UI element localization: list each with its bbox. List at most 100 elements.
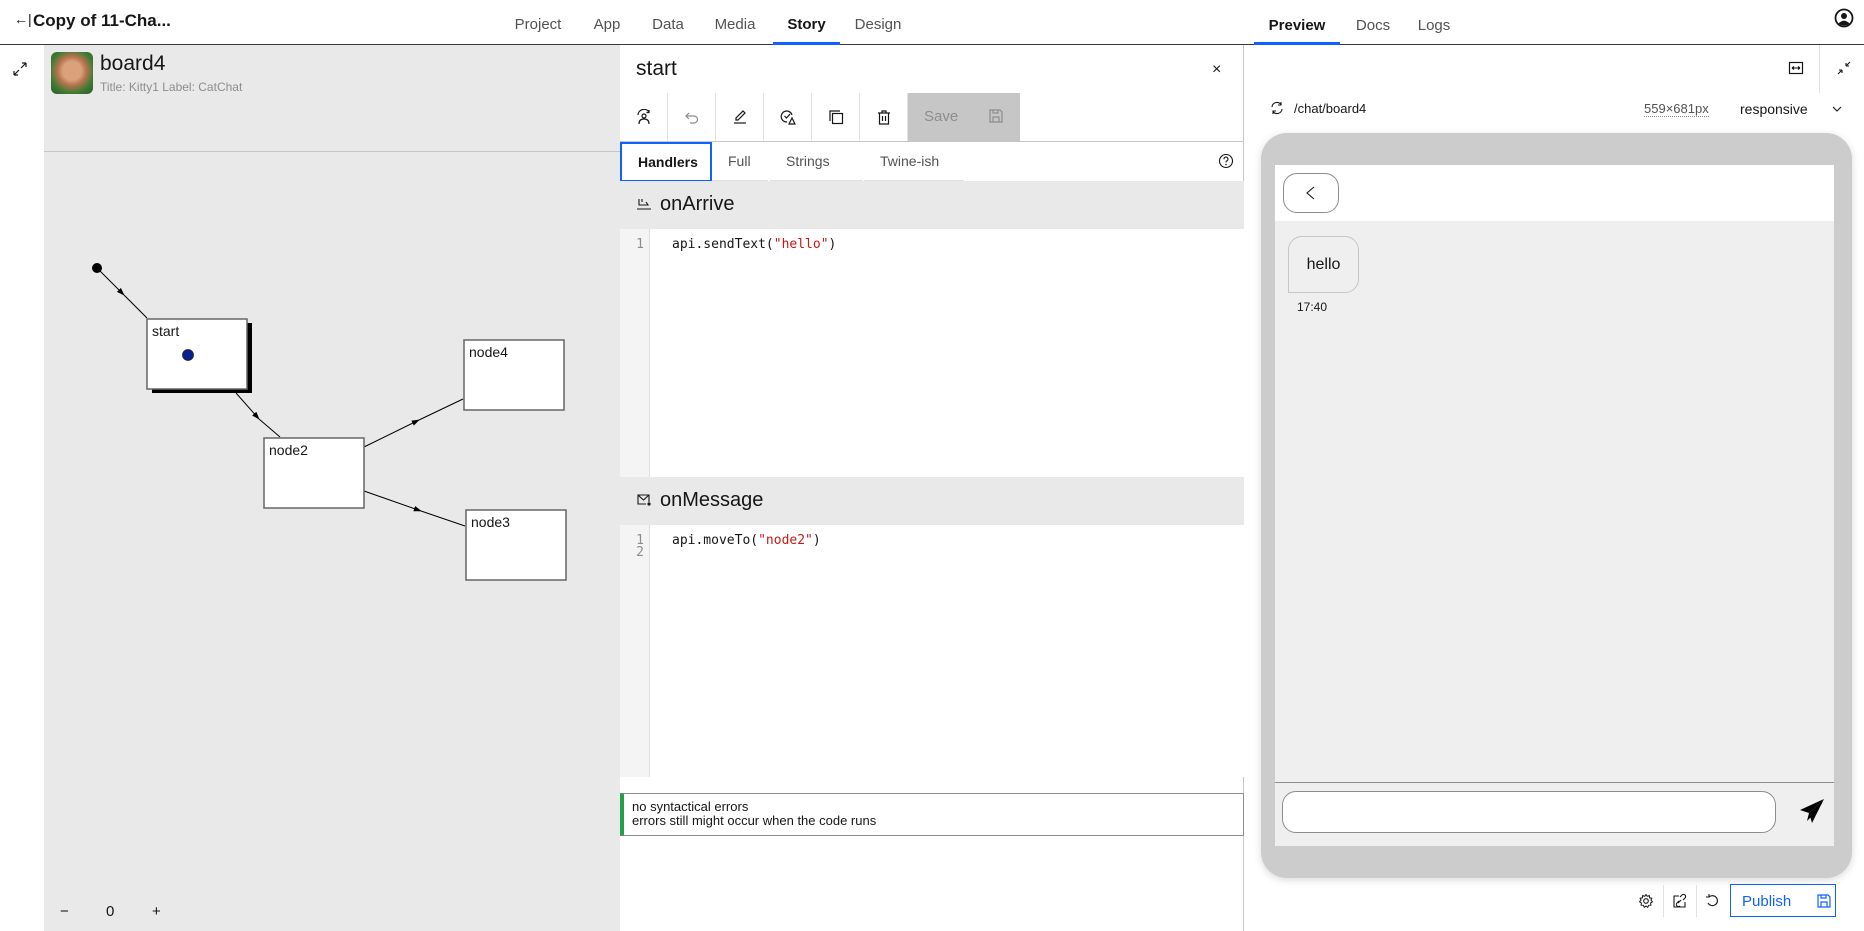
edit-button[interactable] <box>716 93 764 141</box>
handler-name: onArrive <box>660 193 735 215</box>
tab-data[interactable]: Data <box>646 0 690 45</box>
check-syntax-button[interactable] <box>764 93 812 141</box>
chat-header <box>1275 165 1834 221</box>
publish-button[interactable]: Publish <box>1730 884 1836 917</box>
fit-width-icon[interactable] <box>1788 60 1804 76</box>
current-node-marker <box>182 349 194 361</box>
tab-twine-ish[interactable]: Twine-ish <box>864 142 964 182</box>
reset-icon <box>1706 894 1718 907</box>
zoom-in-button[interactable]: + <box>152 903 161 920</box>
board-canvas[interactable]: board4 Title: Kitty1 Label: CatChat star… <box>44 45 620 931</box>
chat-message-time: 17:40 <box>1297 300 1328 314</box>
tab-design[interactable]: Design <box>850 0 906 45</box>
set-start-button[interactable] <box>620 93 668 141</box>
status-line: no syntactical errors <box>632 799 749 814</box>
send-icon[interactable] <box>1798 797 1826 825</box>
tab-app[interactable]: App <box>588 0 626 45</box>
graph-node-node2[interactable]: node2 <box>263 437 365 509</box>
save-icon <box>1817 894 1831 908</box>
graph-node-node4[interactable]: node4 <box>463 339 565 411</box>
tab-full[interactable]: Full <box>712 142 768 182</box>
message-icon <box>637 494 651 506</box>
editor-toolbar: Save <box>620 93 1244 141</box>
project-title: Copy of 11-Cha... <box>33 11 171 30</box>
chevron-down-icon[interactable] <box>1830 102 1844 116</box>
edit-icon <box>733 110 746 124</box>
node-title: start <box>636 57 677 80</box>
tab-strings[interactable]: Strings <box>770 142 862 182</box>
line-gutter <box>620 525 650 777</box>
graph-node-node3[interactable]: node3 <box>465 509 567 581</box>
save-button[interactable]: Save <box>908 93 1020 141</box>
help-icon[interactable] <box>1218 153 1234 169</box>
chat-message-input[interactable] <box>1282 791 1776 833</box>
tab-docs[interactable]: Docs <box>1346 0 1400 45</box>
top-bar: ←| Copy of 11-Cha... Project App Data Me… <box>0 0 1864 45</box>
graph-node-label: start <box>152 323 179 339</box>
story-graph[interactable]: start node2 node4 node3 <box>44 152 620 891</box>
delete-button[interactable] <box>860 93 908 141</box>
tab-handlers[interactable]: Handlers <box>620 142 712 182</box>
reset-button[interactable] <box>1696 884 1728 918</box>
status-line: errors still might occur when the code r… <box>632 813 877 828</box>
gear-icon <box>1638 893 1654 909</box>
chat-back-button[interactable] <box>1283 173 1339 213</box>
preview-route: /chat/board4 <box>1294 101 1367 116</box>
tab-media[interactable]: Media <box>708 0 762 45</box>
line-gutter <box>620 229 650 477</box>
graph-node-label: node3 <box>471 514 510 530</box>
chat-message-bubble: hello <box>1288 236 1359 293</box>
zoom-controls: − 0 + <box>44 891 244 931</box>
viewport-mode-select[interactable]: responsive <box>1740 101 1808 117</box>
share-link-button[interactable] <box>1664 884 1696 918</box>
handler-header-onmessage: onMessage <box>620 477 1244 525</box>
undo-button[interactable] <box>668 93 716 141</box>
publish-label: Publish <box>1742 893 1792 910</box>
user-avatar-icon[interactable] <box>1834 8 1854 28</box>
graph-edge-start-node2[interactable] <box>235 392 281 438</box>
board-name: board4 <box>100 52 166 75</box>
close-icon[interactable]: × <box>1212 61 1221 79</box>
expand-icon[interactable] <box>11 60 29 78</box>
graph-edge-node2-node4[interactable] <box>363 398 464 448</box>
exit-project-icon[interactable]: ←| <box>14 11 32 27</box>
settings-button[interactable] <box>1630 884 1662 918</box>
preview-dimensions[interactable]: 559×681px <box>1644 101 1709 117</box>
code-line: api.sendText("hello") <box>672 237 837 252</box>
code-line: api.moveTo("node2") <box>672 533 821 548</box>
graph-node-start[interactable]: start <box>146 318 252 393</box>
graph-node-label: node4 <box>469 344 508 360</box>
code-editor-onmessage[interactable]: 1 2 api.moveTo("node2") <box>620 525 1244 777</box>
line-number: 2 <box>636 545 644 560</box>
divider <box>1819 45 1820 93</box>
board-avatar <box>51 52 93 94</box>
code-editor-onarrive[interactable]: 1 api.sendText("hello") <box>620 229 1244 477</box>
app-preview-screen: hello 17:40 <box>1275 165 1834 846</box>
duplicate-button[interactable] <box>812 93 860 141</box>
board-header: board4 Title: Kitty1 Label: CatChat <box>44 45 620 152</box>
graph-edge-node2-node3[interactable] <box>363 490 466 527</box>
set-start-icon <box>636 109 650 125</box>
collapse-icon[interactable] <box>1836 60 1852 76</box>
node-editor: start × Save Handlers Full Strings Twine… <box>620 45 1244 931</box>
zoom-out-button[interactable]: − <box>60 903 69 920</box>
tab-logs[interactable]: Logs <box>1406 0 1462 45</box>
check-syntax-icon <box>780 110 796 125</box>
left-gutter <box>0 45 44 931</box>
chevron-left-icon <box>1306 186 1315 200</box>
device-frame: hello 17:40 <box>1261 133 1852 878</box>
refresh-icon[interactable] <box>1269 100 1285 116</box>
line-number: 1 <box>636 237 644 252</box>
graph-entry-point <box>92 263 102 273</box>
graph-edge-entry-start[interactable] <box>96 267 148 319</box>
tab-project[interactable]: Project <box>506 0 570 45</box>
save-label: Save <box>924 108 959 125</box>
save-icon <box>989 109 1003 123</box>
board-subtitle: Title: Kitty1 Label: CatChat <box>100 80 243 94</box>
duplicate-icon <box>828 110 843 125</box>
delete-icon <box>877 110 890 125</box>
tab-preview[interactable]: Preview <box>1254 0 1340 45</box>
tab-story[interactable]: Story <box>773 0 840 45</box>
share-link-icon <box>1673 893 1687 908</box>
syntax-status: no syntactical errors errors still might… <box>620 793 1244 836</box>
